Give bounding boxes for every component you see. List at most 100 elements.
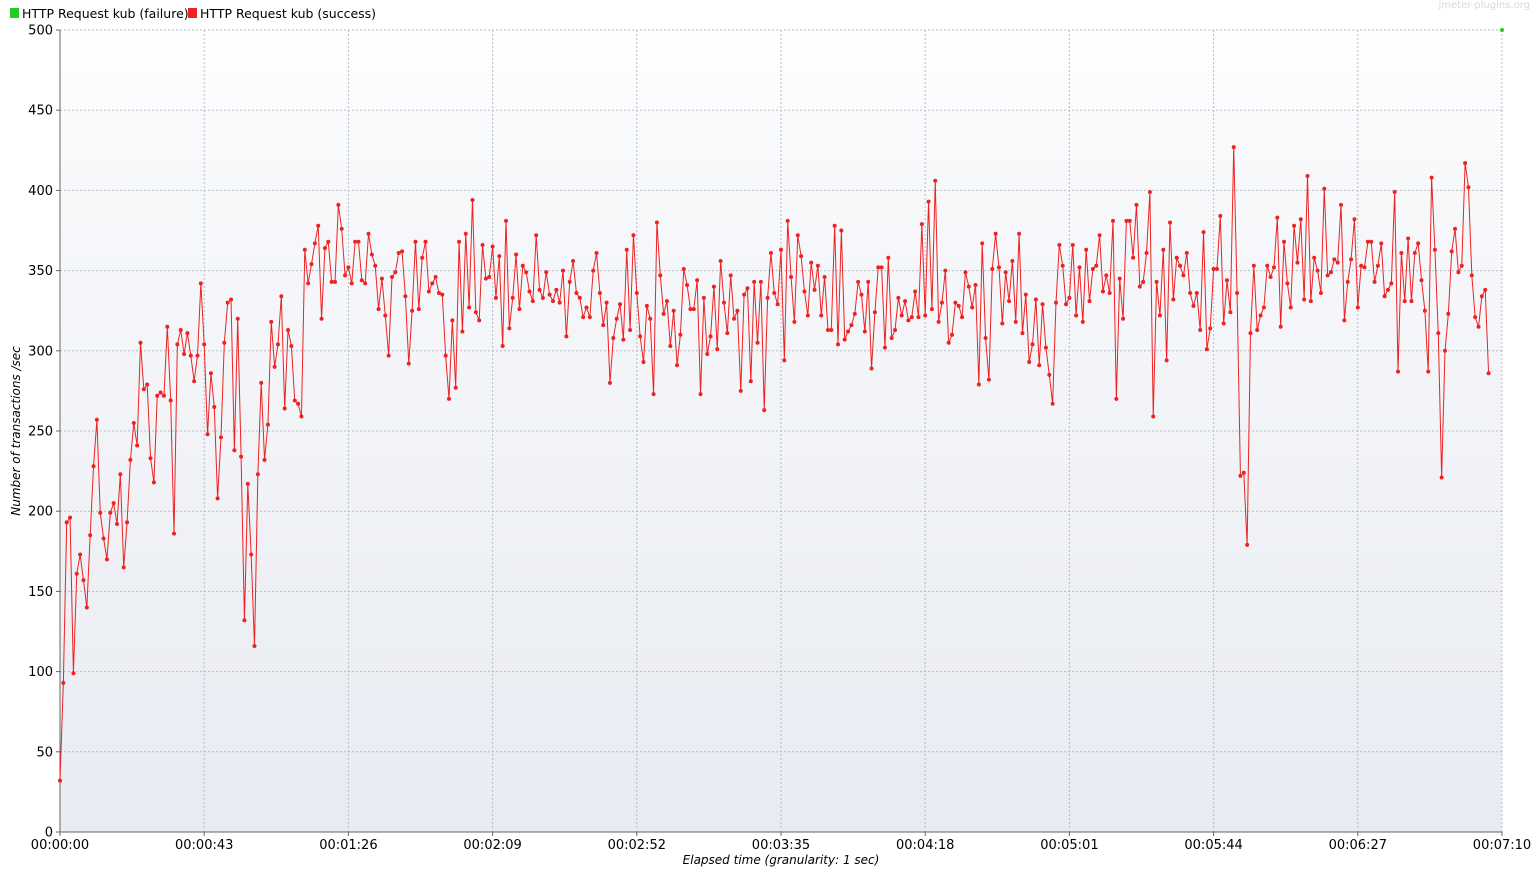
- data-point: [1416, 241, 1421, 246]
- data-point: [1282, 239, 1287, 244]
- data-point: [1114, 396, 1119, 401]
- chart-svg: 05010015020025030035040045050000:00:00 00…: [9, 0, 1531, 867]
- data-point: [792, 319, 797, 324]
- data-point: [1174, 255, 1179, 260]
- data-point: [188, 353, 193, 358]
- data-point: [115, 522, 120, 527]
- data-point: [252, 643, 257, 648]
- data-point: [1439, 475, 1444, 480]
- data-point: [544, 270, 549, 275]
- data-point: [450, 318, 455, 323]
- data-point: [661, 311, 666, 316]
- data-point: [604, 300, 609, 305]
- data-point: [1349, 257, 1354, 262]
- x-tick-label: 00:02:52: [608, 838, 666, 853]
- data-point: [708, 334, 713, 339]
- data-point: [225, 300, 230, 305]
- data-point: [182, 352, 187, 357]
- data-point: [500, 343, 505, 348]
- data-point: [269, 319, 274, 324]
- data-point: [104, 557, 109, 562]
- data-point: [289, 343, 294, 348]
- data-point: [819, 313, 824, 318]
- data-point: [1473, 315, 1478, 320]
- data-point: [359, 278, 364, 283]
- data-point: [748, 379, 753, 384]
- data-point: [1402, 299, 1407, 304]
- data-point: [1261, 305, 1266, 310]
- data-point: [564, 334, 569, 339]
- data-point: [383, 313, 388, 318]
- data-point: [91, 464, 96, 469]
- data-point: [507, 326, 512, 331]
- data-point: [879, 265, 884, 270]
- legend: HTTP Request kub (failure) HTTP Request …: [10, 6, 376, 21]
- data-point: [366, 231, 371, 236]
- data-point: [457, 239, 462, 244]
- data-point: [587, 315, 592, 320]
- data-point: [379, 276, 384, 281]
- data-point: [161, 393, 166, 398]
- data-point: [1074, 313, 1079, 318]
- data-point: [235, 316, 240, 321]
- data-point: [64, 520, 69, 525]
- data-point: [349, 281, 354, 286]
- data-point: [1027, 360, 1032, 365]
- data-point: [990, 267, 995, 271]
- data-point: [983, 335, 988, 340]
- data-point: [453, 385, 458, 390]
- data-point: [1375, 263, 1380, 268]
- data-point: [849, 323, 854, 328]
- data-point: [1218, 214, 1223, 219]
- y-tick-label: 50: [36, 745, 53, 760]
- data-point: [259, 380, 264, 385]
- data-point: [1171, 297, 1176, 302]
- data-point: [1369, 239, 1374, 244]
- data-point: [416, 307, 421, 312]
- data-point: [574, 291, 579, 296]
- data-point: [782, 358, 787, 363]
- data-point: [1104, 273, 1109, 278]
- data-point: [1178, 263, 1183, 268]
- data-point: [309, 262, 314, 267]
- data-point: [520, 263, 525, 268]
- data-point: [775, 302, 780, 307]
- data-point: [675, 363, 680, 368]
- data-point: [467, 305, 472, 310]
- data-point: [1339, 202, 1344, 207]
- data-point: [755, 340, 760, 345]
- data-point: [195, 353, 200, 358]
- data-point: [514, 252, 519, 257]
- data-point: [1258, 313, 1263, 318]
- data-point: [607, 380, 612, 385]
- data-point: [611, 335, 616, 340]
- data-point: [312, 241, 317, 246]
- data-point: [423, 239, 428, 244]
- data-point: [420, 255, 425, 260]
- data-point: [1070, 242, 1075, 247]
- data-point: [1442, 348, 1447, 353]
- data-point: [909, 315, 914, 320]
- data-point: [151, 480, 156, 485]
- data-point: [805, 313, 810, 318]
- data-point: [567, 279, 572, 284]
- data-point: [322, 246, 327, 251]
- data-point: [1406, 236, 1411, 241]
- data-point: [705, 352, 710, 357]
- data-point: [68, 515, 73, 520]
- data-point: [725, 331, 730, 336]
- data-point: [581, 315, 586, 320]
- data-point: [960, 315, 965, 320]
- data-point: [1121, 316, 1126, 321]
- data-point: [178, 327, 183, 332]
- y-tick-label: 450: [28, 104, 53, 119]
- data-point: [1288, 305, 1293, 310]
- data-point: [1318, 291, 1323, 296]
- data-point: [742, 292, 747, 297]
- data-point: [802, 289, 807, 294]
- data-point: [326, 239, 331, 244]
- data-point: [272, 364, 277, 369]
- data-point: [678, 332, 683, 337]
- data-point: [1292, 223, 1297, 228]
- legend-label-success: HTTP Request kub (success): [200, 6, 376, 21]
